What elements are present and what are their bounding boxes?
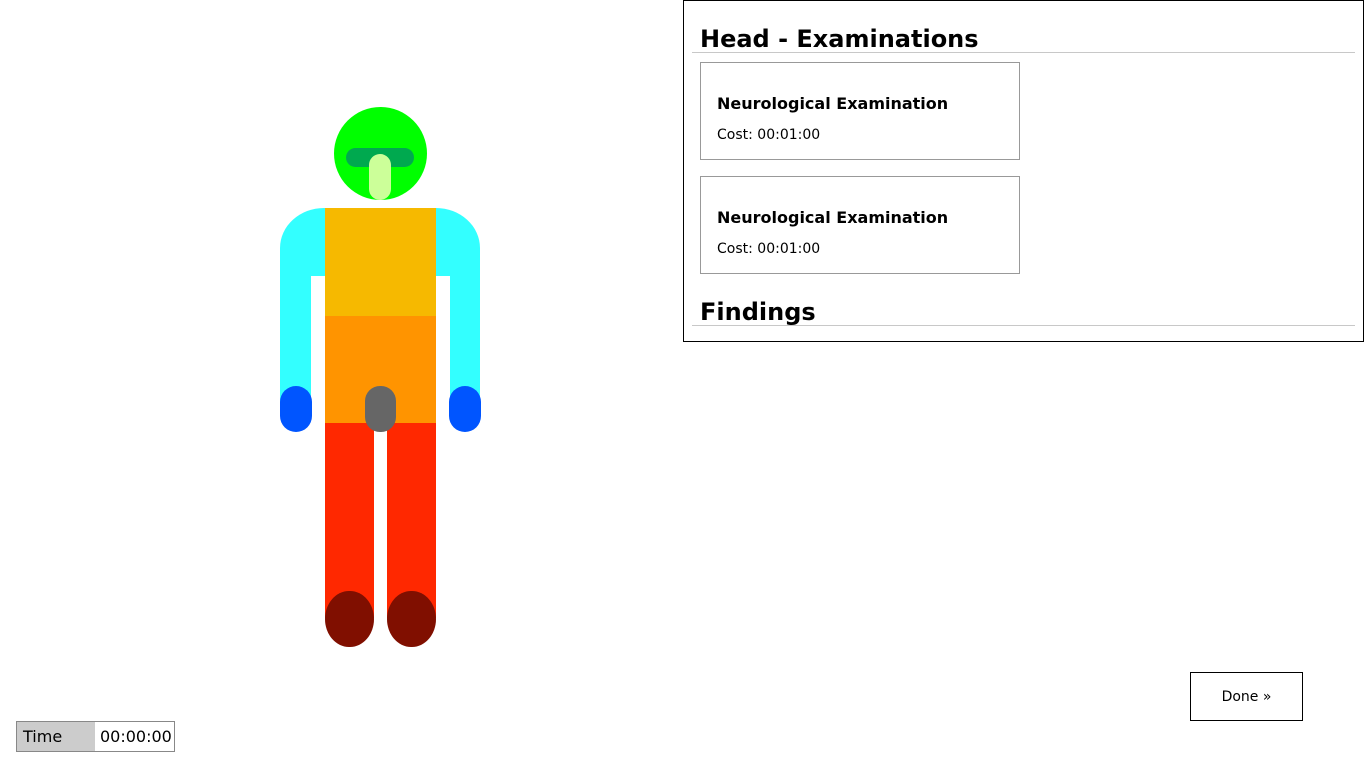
left-foot[interactable] xyxy=(325,591,374,647)
examination-panel: Head - Examinations Neurological Examina… xyxy=(683,0,1364,342)
exam-card[interactable]: Neurological Examination Cost: 00:01:00 xyxy=(700,62,1020,160)
exam-cost: Cost: 00:01:00 xyxy=(717,241,821,257)
exam-card[interactable]: Neurological Examination Cost: 00:01:00 xyxy=(700,176,1020,274)
right-foot[interactable] xyxy=(387,591,436,647)
app-stage: Head - Examinations Neurological Examina… xyxy=(0,0,1366,768)
right-arm-gap xyxy=(436,276,450,426)
right-hand[interactable] xyxy=(449,386,481,432)
exam-name: Neurological Examination xyxy=(717,208,949,227)
exam-name: Neurological Examination xyxy=(717,94,949,113)
groin[interactable] xyxy=(365,386,396,432)
left-arm-gap xyxy=(311,276,325,426)
timer: Time 00:00:00 xyxy=(16,721,175,752)
left-hand[interactable] xyxy=(280,386,312,432)
exam-cost: Cost: 00:01:00 xyxy=(717,127,821,143)
left-leg[interactable] xyxy=(325,423,374,618)
done-button[interactable]: Done » xyxy=(1190,672,1303,721)
nose-mouth[interactable] xyxy=(369,154,391,200)
findings-title: Findings xyxy=(692,299,1355,326)
body-figure xyxy=(0,0,680,768)
timer-value: 00:00:00 xyxy=(95,722,174,751)
right-leg[interactable] xyxy=(387,423,436,618)
timer-label: Time xyxy=(17,722,95,751)
panel-title: Head - Examinations xyxy=(692,26,1355,53)
chest[interactable] xyxy=(325,208,436,316)
